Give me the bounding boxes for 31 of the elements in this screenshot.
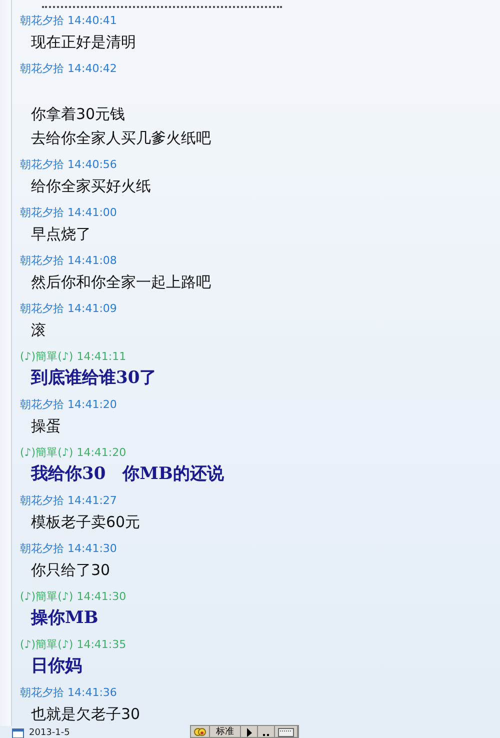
message-header: 朝花夕拾 14:41:30 (20, 541, 118, 557)
message-header: 朝花夕拾 14:41:09 (20, 301, 118, 317)
message-text: 操蛋 (30, 416, 62, 437)
message-text: 到底谁给谁30了 (30, 367, 158, 390)
message-header: 朝花夕拾 14:41:08 (20, 253, 118, 269)
message-header: (♪)簡單(♪) 14:41:11 (20, 349, 128, 365)
message-text: 滚 (30, 320, 47, 341)
message-text: 你只给了30 (30, 560, 112, 581)
message-text: 也就是欠老子30 (30, 704, 142, 725)
date-label: 2013-1-5 (29, 728, 70, 738)
message-header: (♪)簡單(♪) 14:41:30 (20, 589, 128, 605)
message-header: 朝花夕拾 14:41:00 (20, 205, 118, 221)
message-text: 去给你全家人买几爹火纸吧 (30, 128, 212, 149)
message-text: 模板老子卖60元 (30, 512, 142, 533)
message-text: 我给你30 你MB的还说 (30, 463, 225, 486)
message-text: 你拿着30元钱 (30, 104, 126, 125)
message-text: 给你全家买好火纸 (30, 176, 152, 197)
message-header: 朝花夕拾 14:40:42 (20, 61, 118, 77)
message-header: (♪)簡單(♪) 14:41:35 (20, 637, 128, 653)
message-header: 朝花夕拾 14:41:36 (20, 685, 118, 701)
message-header: 朝花夕拾 14:40:56 (20, 157, 118, 173)
message-text: 早点烧了 (30, 224, 92, 245)
message-header: 朝花夕拾 14:40:41 (20, 13, 118, 29)
message-header: 朝花夕拾 14:41:27 (20, 493, 118, 509)
message-header: (♪)簡單(♪) 14:41:20 (20, 445, 128, 461)
message-text: 操你MB (30, 607, 100, 630)
calendar-icon (12, 728, 24, 738)
message-text: 然后你和你全家一起上路吧 (30, 272, 212, 293)
message-text: 现在正好是清明 (30, 32, 137, 53)
message-text: 日你妈 (30, 655, 83, 678)
message-header: 朝花夕拾 14:41:20 (20, 397, 118, 413)
